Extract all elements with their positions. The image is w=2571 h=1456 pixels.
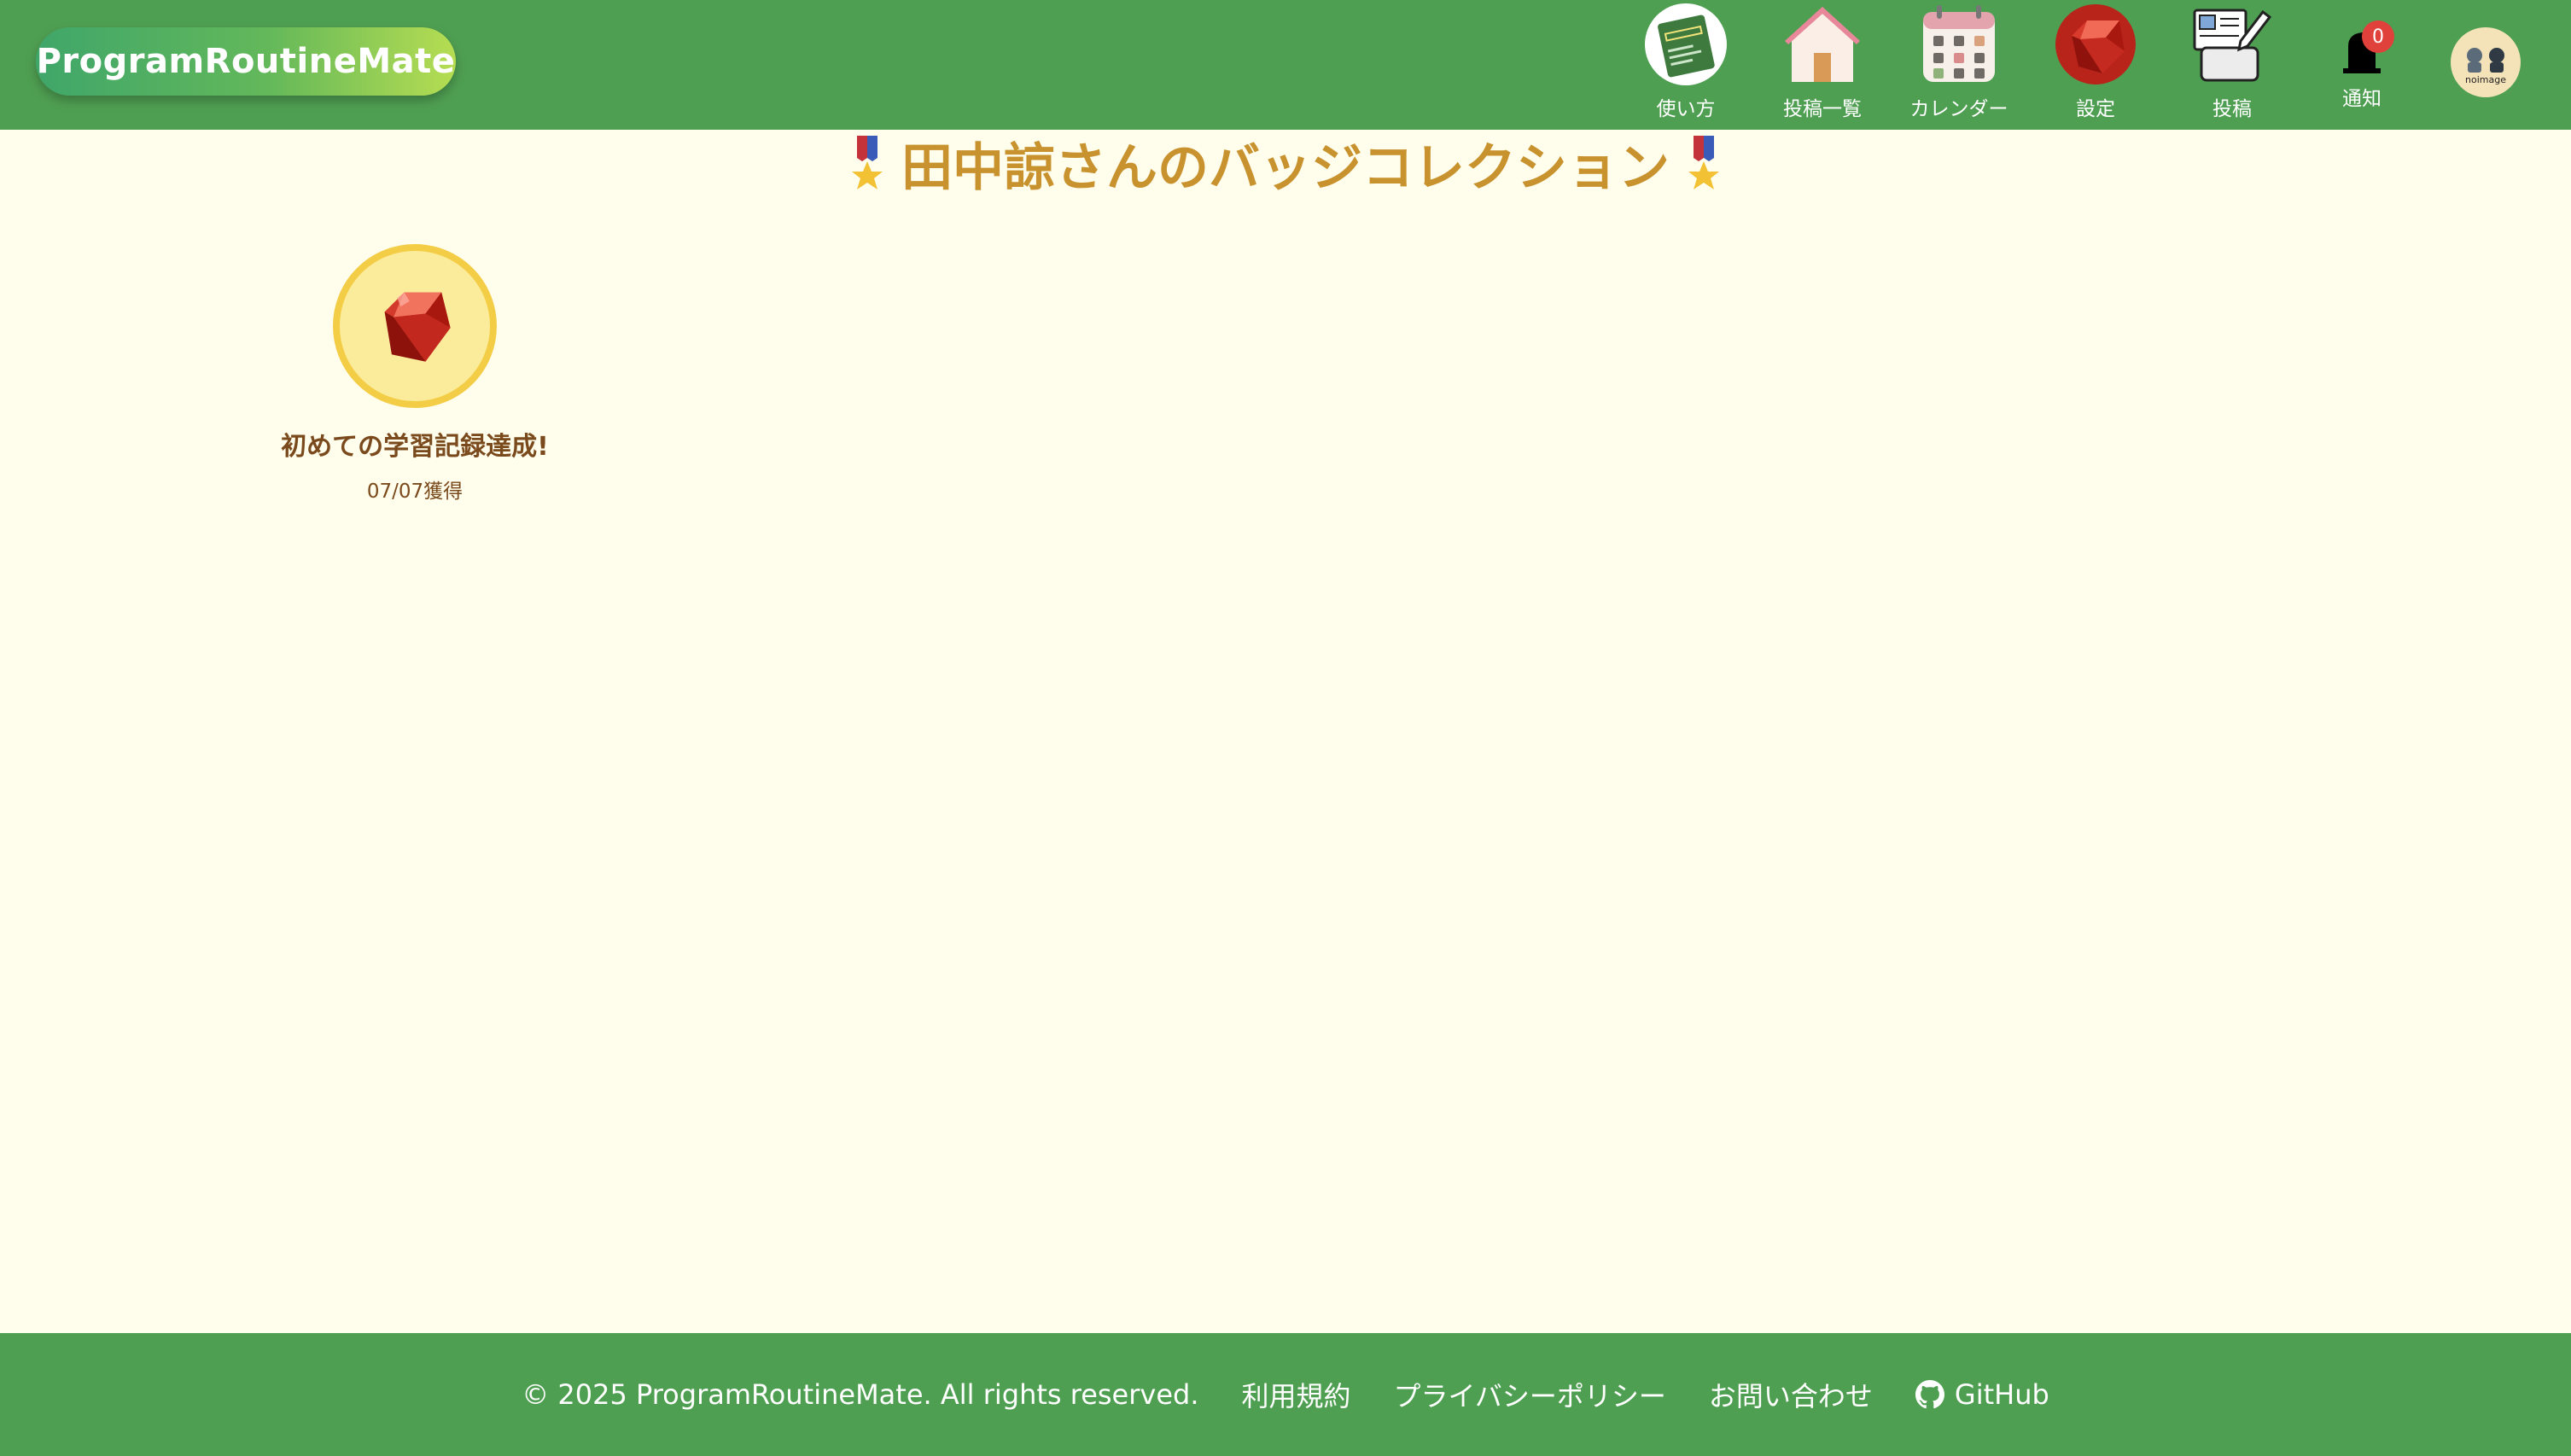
bell-icon-wrap: 0	[2336, 20, 2394, 80]
page-title: 田中諒さんのバッジコレクション	[0, 126, 2571, 201]
footer-link-privacy[interactable]: プライバシーポリシー	[1394, 1375, 1666, 1414]
notification-count-badge: 0	[2362, 20, 2394, 53]
nav-item-post[interactable]: 投稿	[2160, 2, 2305, 125]
user-avatar-icon: noimage	[2465, 48, 2506, 85]
app-logo[interactable]: ProgramRoutineMate	[36, 27, 456, 96]
nav-item-settings[interactable]: 設定	[2023, 2, 2168, 125]
footer-copyright: © 2025 ProgramRoutineMate. All rights re…	[522, 1378, 1199, 1411]
nav-label-post-list: 投稿一覧	[1783, 98, 1862, 120]
house-icon	[1785, 7, 1860, 82]
ruby-gem-icon	[384, 292, 451, 362]
ruby-gem-icon	[2055, 4, 2136, 84]
footer-github-label: GitHub	[1954, 1378, 2049, 1411]
badge-name: 初めての学習記録達成!	[281, 432, 549, 462]
footer-link-terms[interactable]: 利用規約	[1242, 1375, 1351, 1414]
nav-label-calendar: カレンダー	[1909, 98, 2008, 120]
footer-link-contact[interactable]: お問い合わせ	[1709, 1375, 1873, 1414]
medal-icon	[852, 135, 883, 189]
badge-card: 初めての学習記録達成! 07/07獲得	[256, 244, 574, 509]
nav-item-post-list[interactable]: 投稿一覧	[1750, 2, 1895, 125]
post-document-icon	[2193, 9, 2272, 82]
nav-item-calendar[interactable]: カレンダー	[1886, 2, 2032, 125]
nav-label-settings: 設定	[2076, 98, 2115, 120]
nav-label-post: 投稿	[2212, 98, 2252, 120]
notification-button[interactable]: 0 通知	[2319, 9, 2405, 111]
nav-item-usage[interactable]: 使い方	[1613, 2, 1758, 125]
badge-icon-circle	[333, 244, 497, 408]
medal-icon	[1688, 135, 1719, 189]
user-avatar[interactable]: noimage	[2451, 27, 2521, 97]
svg-text:noimage: noimage	[2465, 74, 2506, 85]
manual-book-icon	[1645, 3, 1727, 85]
calendar-icon	[1923, 5, 1995, 82]
page-title-text: 田中諒さんのバッジコレクション	[901, 138, 1670, 198]
notification-label: 通知	[2342, 88, 2382, 110]
footer-link-github[interactable]: GitHub	[1915, 1378, 2049, 1411]
top-navbar: ProgramRoutineMate 使い方 投稿一覧 カレンダー 設定 投稿 …	[0, 0, 2571, 130]
github-icon	[1915, 1380, 1944, 1409]
nav-label-usage: 使い方	[1656, 98, 1716, 120]
badge-earned-date: 07/07獲得	[366, 480, 463, 503]
footer: © 2025 ProgramRoutineMate. All rights re…	[0, 1333, 2571, 1456]
